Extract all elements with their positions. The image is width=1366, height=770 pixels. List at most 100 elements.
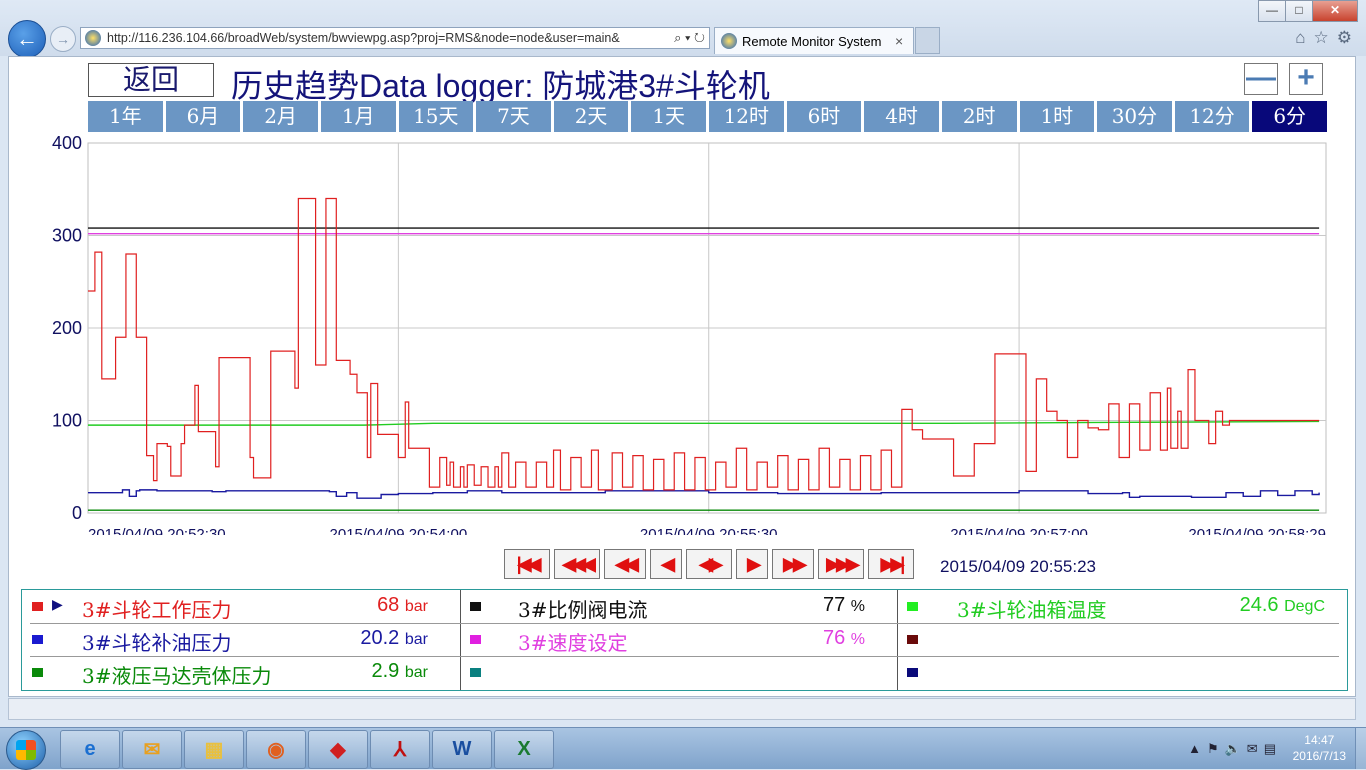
range-button[interactable]: 1时 [1019,101,1095,132]
nav-forward-small-button[interactable]: ▶ [736,549,768,579]
nav-first-button[interactable]: |◀◀ [504,549,550,579]
nav-forward-medium-button[interactable]: ▶▶ [772,549,814,579]
show-desktop-button[interactable] [1355,728,1366,769]
legend-cell[interactable]: 3#液压马达壳体压力 2.9 bar [22,656,460,689]
legend-name: 3#液压马达壳体压力 [82,664,272,688]
nav-back-large-button[interactable]: ◀◀◀ [554,549,600,579]
home-icon[interactable]: ⌂ [1295,28,1305,48]
start-button[interactable] [6,730,46,770]
legend-cell[interactable]: 3#速度设定 76 % [460,623,897,656]
legend-value-number: 76 [822,627,846,649]
notification-icon[interactable]: ✉ [1247,741,1258,757]
y-tick-label: 400 [52,135,82,153]
flag-icon[interactable]: ⚑ [1207,741,1219,757]
excel-icon[interactable]: X [494,730,554,769]
nav-back-small-button[interactable]: ◀ [650,549,682,579]
clock[interactable]: 14:47 2016/7/13 [1293,732,1346,764]
legend-name: 3#斗轮补油压力 [82,631,232,655]
x-tick-label: 2015/04/09 20:58:29 [1188,526,1326,535]
range-button[interactable]: 2月 [243,101,318,132]
maximize-button[interactable]: □ [1285,0,1313,22]
legend-cell[interactable]: 3#比例阀电流 77 % [460,590,897,623]
nav-center-button[interactable]: ◀▶ [686,549,732,579]
range-button[interactable]: 12分 [1174,101,1250,132]
address-bar[interactable]: http://116.236.104.66/broadWeb/system/bw… [80,27,710,49]
legend-row: 3#斗轮补油压力 20.2 bar 3#速度设定 76 % [22,623,1347,656]
legend-value-unit: % [850,631,865,648]
favorites-icon[interactable]: ☆ [1314,28,1329,48]
legend-cell[interactable] [897,623,1347,656]
legend-name: 3#比例阀电流 [518,598,648,622]
zoom-in-button[interactable]: + [1289,63,1323,95]
range-button[interactable]: 4时 [864,101,939,132]
legend-cell[interactable] [460,656,897,689]
site-icon [85,30,101,46]
address-url[interactable]: http://116.236.104.66/broadWeb/system/bw… [107,31,655,45]
range-button[interactable]: 15天 [398,101,474,132]
legend-table: ▶ 3#斗轮工作压力 68 bar 3#比例阀电流 77 % 3#斗轮油箱温度 24.6 D… [21,589,1348,691]
legend-value-number: 24.6 [1239,594,1279,616]
firefox-icon[interactable]: ◉ [246,730,306,769]
network-icon[interactable]: ▤ [1264,741,1276,757]
range-button[interactable]: 6时 [786,101,862,132]
range-button[interactable]: 6月 [165,101,241,132]
tab-title[interactable]: Remote Monitor System [742,34,895,49]
range-button[interactable]: 30分 [1097,101,1172,132]
range-button[interactable]: 2时 [941,101,1017,132]
time-navigation: |◀◀ ◀◀◀ ◀◀ ◀ ◀▶ ▶ ▶▶ ▶▶▶ ▶▶| [504,549,914,579]
clock-time: 14:47 [1304,733,1335,747]
minimize-button[interactable]: — [1258,0,1286,22]
legend-value-number: 2.9 [371,660,400,682]
close-window-button[interactable]: ✕ [1312,0,1358,22]
legend-cell[interactable]: 3#斗轮油箱温度 24.6 DegC [897,590,1347,623]
legend-swatch [470,635,481,644]
x-tick-label: 2015/04/09 20:55:30 [640,526,778,535]
legend-row: 3#液压马达壳体压力 2.9 bar [22,656,1347,689]
range-button[interactable]: 12时 [709,101,784,132]
time-range-bar: 1年 6月 2月 1月 15天 7天 2天 1天 12时 6时 4时 2时 1时 30分 12分 6分 [88,101,1327,132]
legend-value-number: 20.2 [360,627,400,649]
y-tick-label: 0 [72,503,82,523]
new-tab-button[interactable] [915,27,940,54]
settings-gear-icon[interactable]: ⚙ [1337,28,1352,48]
cursor-time: 2015/04/09 20:55:23 [940,557,1096,576]
pdf-icon[interactable]: ⅄ [370,730,430,769]
nav-forward-large-button[interactable]: ▶▶▶ [818,549,864,579]
return-button[interactable]: 返回 [88,63,214,97]
legend-value-unit: DegC [1284,598,1325,615]
ie-icon[interactable]: e [60,730,120,769]
legend-swatch [32,635,43,644]
word-icon[interactable]: W [432,730,492,769]
browser-tab[interactable]: Remote Monitor System × [714,27,914,54]
legend-value: 77 % [823,594,865,617]
x-tick-label: 2015/04/09 20:57:00 [950,526,1088,535]
volume-icon[interactable]: 🔈 [1225,741,1241,757]
range-button[interactable]: 2天 [553,101,629,132]
legend-value-number: 68 [377,594,400,616]
legend-value: 68 bar [377,594,428,617]
legend-name: 3#斗轮工作压力 [82,598,232,622]
legend-row: ▶ 3#斗轮工作压力 68 bar 3#比例阀电流 77 % 3#斗轮油箱温度 24.6 D… [22,590,1347,623]
range-button[interactable]: 1年 [88,101,163,132]
legend-swatch [907,668,918,677]
system-tray: ▲ ⚑ 🔈 ✉ ▤ [1188,741,1276,757]
show-hidden-icons[interactable]: ▲ [1188,741,1201,757]
app-icon[interactable]: ◆ [308,730,368,769]
range-button[interactable]: 7天 [476,101,551,132]
legend-cell[interactable]: ▶ 3#斗轮工作压力 68 bar [22,590,460,623]
range-button[interactable]: 1月 [320,101,396,132]
explorer-icon[interactable]: ▦ [184,730,244,769]
zoom-out-button[interactable]: — [1244,63,1278,95]
range-button[interactable]: 1天 [631,101,706,132]
legend-cell[interactable]: 3#斗轮补油压力 20.2 bar [22,623,460,656]
nav-last-button[interactable]: ▶▶| [868,549,914,579]
outlook-icon[interactable]: ✉ [122,730,182,769]
address-tools[interactable]: ⌕ ▾ ↻ [655,30,709,46]
legend-cell[interactable] [897,656,1347,689]
tab-close-icon[interactable]: × [895,33,913,49]
back-arrow-icon[interactable]: ← [8,20,46,58]
legend-value: 20.2 bar [360,627,428,650]
nav-back-medium-button[interactable]: ◀◀ [604,549,646,579]
range-button[interactable]: 6分 [1252,101,1327,132]
forward-arrow-icon[interactable]: → [50,26,76,52]
